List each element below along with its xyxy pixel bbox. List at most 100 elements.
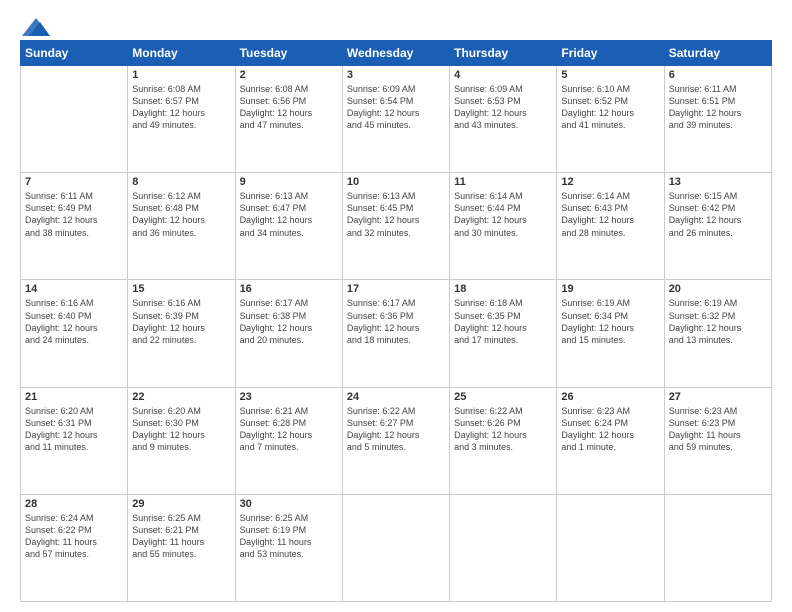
table-row: 24Sunrise: 6:22 AM Sunset: 6:27 PM Dayli… (342, 387, 449, 494)
table-row: 5 Sunrise: 6:10 AM Sunset: 6:52 PM Daylig… (557, 66, 664, 173)
day-number: 25 (454, 391, 552, 403)
day-info: Sunrise: 6:11 AM Sunset: 6:51 PM Dayligh… (669, 83, 767, 132)
day-number: 24 (347, 391, 445, 403)
col-friday: Friday (557, 41, 664, 66)
table-row: 2 Sunrise: 6:08 AM Sunset: 6:56 PM Daylig… (235, 66, 342, 173)
table-row: 14 Sunrise: 6:16 AM Sunset: 6:40 PM Dayli… (21, 280, 128, 387)
table-row: 8Sunrise: 6:12 AM Sunset: 6:48 PM Daylig… (128, 173, 235, 280)
day-number: 20 (669, 283, 767, 295)
table-row: 6 Sunrise: 6:11 AM Sunset: 6:51 PM Daylig… (664, 66, 771, 173)
day-info: Sunrise: 6:09 AM Sunset: 6:54 PM Dayligh… (347, 83, 445, 132)
calendar-week-row: 14 Sunrise: 6:16 AM Sunset: 6:40 PM Dayli… (21, 280, 772, 387)
day-number: 23 (240, 391, 338, 403)
day-number: 13 (669, 176, 767, 188)
col-wednesday: Wednesday (342, 41, 449, 66)
day-info: Sunrise: 6:08 AM Sunset: 6:56 PM Dayligh… (240, 83, 338, 132)
table-row: 30 Sunrise: 6:25 AM Sunset: 6:19 PM Dayli… (235, 494, 342, 601)
day-number: 26 (561, 391, 659, 403)
day-number: 6 (669, 69, 767, 81)
table-row: 13 Sunrise: 6:15 AM Sunset: 6:42 PM Dayli… (664, 173, 771, 280)
day-info: Sunrise: 6:20 AM Sunset: 6:31 PM Dayligh… (25, 405, 123, 454)
day-number: 16 (240, 283, 338, 295)
day-number: 18 (454, 283, 552, 295)
day-info: Sunrise: 6:15 AM Sunset: 6:42 PM Dayligh… (669, 190, 767, 239)
day-info: Sunrise: 6:14 AM Sunset: 6:44 PM Dayligh… (454, 190, 552, 239)
day-info: Sunrise: 6:11 AM Sunset: 6:49 PM Dayligh… (25, 190, 123, 239)
table-row: 25 Sunrise: 6:22 AM Sunset: 6:26 PM Dayli… (450, 387, 557, 494)
table-row: 23 Sunrise: 6:21 AM Sunset: 6:28 PM Dayli… (235, 387, 342, 494)
table-row: 19Sunrise: 6:19 AM Sunset: 6:34 PM Dayli… (557, 280, 664, 387)
page: Sunday Monday Tuesday Wednesday Thursday… (0, 0, 792, 612)
table-row (557, 494, 664, 601)
day-number: 9 (240, 176, 338, 188)
table-row: 18 Sunrise: 6:18 AM Sunset: 6:35 PM Dayli… (450, 280, 557, 387)
day-info: Sunrise: 6:21 AM Sunset: 6:28 PM Dayligh… (240, 405, 338, 454)
table-row: 7 Sunrise: 6:11 AM Sunset: 6:49 PM Daylig… (21, 173, 128, 280)
table-row (450, 494, 557, 601)
day-number: 1 (132, 69, 230, 81)
day-info: Sunrise: 6:14 AM Sunset: 6:43 PM Dayligh… (561, 190, 659, 239)
day-info: Sunrise: 6:09 AM Sunset: 6:53 PM Dayligh… (454, 83, 552, 132)
logo (20, 18, 50, 32)
day-number: 11 (454, 176, 552, 188)
table-row: 26Sunrise: 6:23 AM Sunset: 6:24 PM Dayli… (557, 387, 664, 494)
day-number: 27 (669, 391, 767, 403)
calendar-week-row: 28 Sunrise: 6:24 AM Sunset: 6:22 PM Dayli… (21, 494, 772, 601)
day-info: Sunrise: 6:17 AM Sunset: 6:36 PM Dayligh… (347, 297, 445, 346)
day-number: 5 (561, 69, 659, 81)
col-thursday: Thursday (450, 41, 557, 66)
table-row: 27 Sunrise: 6:23 AM Sunset: 6:23 PM Dayli… (664, 387, 771, 494)
calendar-header-row: Sunday Monday Tuesday Wednesday Thursday… (21, 41, 772, 66)
day-info: Sunrise: 6:08 AM Sunset: 6:57 PM Dayligh… (132, 83, 230, 132)
calendar-week-row: 21 Sunrise: 6:20 AM Sunset: 6:31 PM Dayli… (21, 387, 772, 494)
calendar-week-row: 1 Sunrise: 6:08 AM Sunset: 6:57 PM Daylig… (21, 66, 772, 173)
table-row: 12 Sunrise: 6:14 AM Sunset: 6:43 PM Dayli… (557, 173, 664, 280)
table-row: 20 Sunrise: 6:19 AM Sunset: 6:32 PM Dayli… (664, 280, 771, 387)
table-row: 29Sunrise: 6:25 AM Sunset: 6:21 PM Dayli… (128, 494, 235, 601)
day-number: 14 (25, 283, 123, 295)
table-row: 3Sunrise: 6:09 AM Sunset: 6:54 PM Daylig… (342, 66, 449, 173)
day-info: Sunrise: 6:13 AM Sunset: 6:47 PM Dayligh… (240, 190, 338, 239)
header (20, 18, 772, 32)
day-number: 22 (132, 391, 230, 403)
day-number: 12 (561, 176, 659, 188)
day-number: 21 (25, 391, 123, 403)
table-row: 9 Sunrise: 6:13 AM Sunset: 6:47 PM Daylig… (235, 173, 342, 280)
day-info: Sunrise: 6:25 AM Sunset: 6:19 PM Dayligh… (240, 512, 338, 561)
calendar-week-row: 7 Sunrise: 6:11 AM Sunset: 6:49 PM Daylig… (21, 173, 772, 280)
day-number: 19 (561, 283, 659, 295)
day-number: 8 (132, 176, 230, 188)
table-row: 4 Sunrise: 6:09 AM Sunset: 6:53 PM Daylig… (450, 66, 557, 173)
day-info: Sunrise: 6:16 AM Sunset: 6:39 PM Dayligh… (132, 297, 230, 346)
table-row (21, 66, 128, 173)
day-number: 30 (240, 498, 338, 510)
logo-icon (22, 18, 50, 36)
day-info: Sunrise: 6:20 AM Sunset: 6:30 PM Dayligh… (132, 405, 230, 454)
col-saturday: Saturday (664, 41, 771, 66)
day-number: 28 (25, 498, 123, 510)
table-row (664, 494, 771, 601)
table-row: 10 Sunrise: 6:13 AM Sunset: 6:45 PM Dayli… (342, 173, 449, 280)
day-number: 10 (347, 176, 445, 188)
day-number: 2 (240, 69, 338, 81)
day-info: Sunrise: 6:13 AM Sunset: 6:45 PM Dayligh… (347, 190, 445, 239)
day-number: 4 (454, 69, 552, 81)
table-row: 11 Sunrise: 6:14 AM Sunset: 6:44 PM Dayli… (450, 173, 557, 280)
table-row: 16 Sunrise: 6:17 AM Sunset: 6:38 PM Dayli… (235, 280, 342, 387)
day-info: Sunrise: 6:22 AM Sunset: 6:26 PM Dayligh… (454, 405, 552, 454)
day-number: 7 (25, 176, 123, 188)
calendar-table: Sunday Monday Tuesday Wednesday Thursday… (20, 40, 772, 602)
day-info: Sunrise: 6:16 AM Sunset: 6:40 PM Dayligh… (25, 297, 123, 346)
day-info: Sunrise: 6:23 AM Sunset: 6:23 PM Dayligh… (669, 405, 767, 454)
col-monday: Monday (128, 41, 235, 66)
day-info: Sunrise: 6:18 AM Sunset: 6:35 PM Dayligh… (454, 297, 552, 346)
day-info: Sunrise: 6:17 AM Sunset: 6:38 PM Dayligh… (240, 297, 338, 346)
day-number: 17 (347, 283, 445, 295)
table-row: 15Sunrise: 6:16 AM Sunset: 6:39 PM Dayli… (128, 280, 235, 387)
day-info: Sunrise: 6:10 AM Sunset: 6:52 PM Dayligh… (561, 83, 659, 132)
table-row: 17 Sunrise: 6:17 AM Sunset: 6:36 PM Dayli… (342, 280, 449, 387)
day-info: Sunrise: 6:19 AM Sunset: 6:32 PM Dayligh… (669, 297, 767, 346)
day-number: 29 (132, 498, 230, 510)
table-row: 28 Sunrise: 6:24 AM Sunset: 6:22 PM Dayli… (21, 494, 128, 601)
day-info: Sunrise: 6:24 AM Sunset: 6:22 PM Dayligh… (25, 512, 123, 561)
